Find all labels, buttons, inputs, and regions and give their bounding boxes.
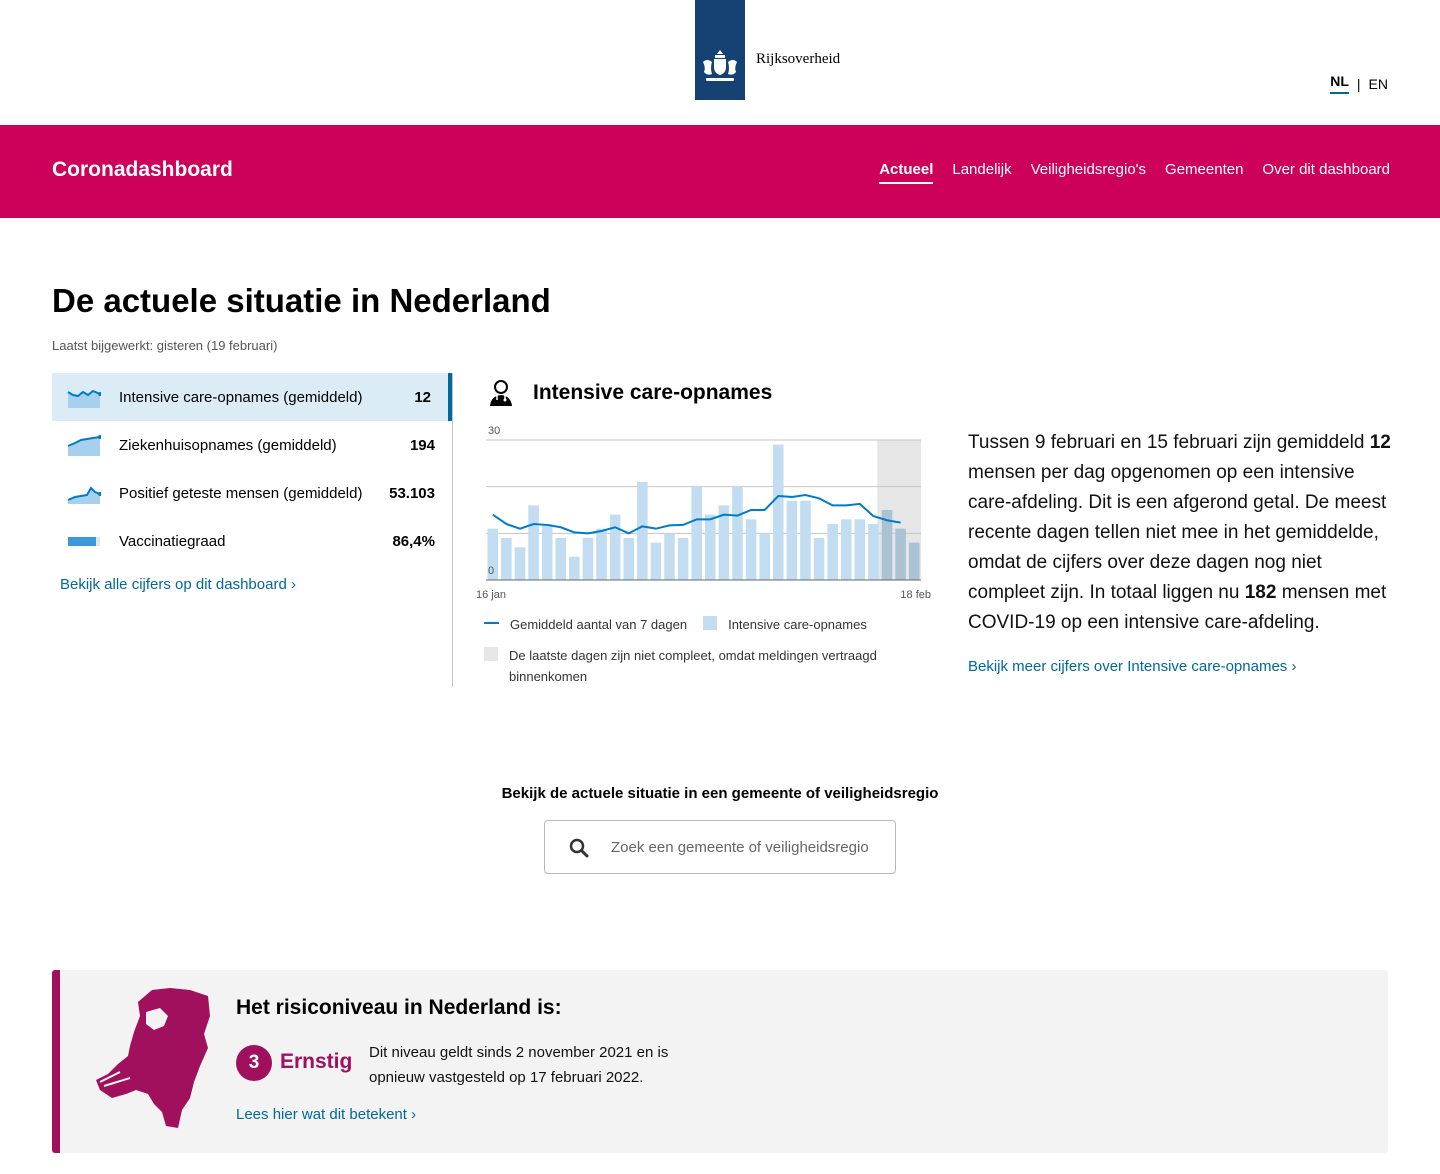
metric-label: Intensive care-opnames (gemiddeld) (119, 388, 363, 406)
legend-incomplete-label: De laatste dagen zijn niet compleet, omd… (509, 648, 877, 684)
chart-bar (623, 538, 635, 580)
main-nav: Coronadashboard Actueel Landelijk Veilig… (0, 125, 1440, 218)
hospital-trend-icon (67, 435, 101, 456)
desc-total-value: 182 (1244, 582, 1277, 603)
chart-title: Intensive care-opnames (533, 381, 773, 404)
legend-incomplete-swatch (484, 647, 498, 661)
more-ic-link[interactable]: Bekijk meer cijfers over Intensive care-… (968, 658, 1296, 675)
metrics-list: Intensive care-opnames (gemiddeld) 12 Zi… (52, 373, 452, 565)
positive-trend-icon (67, 486, 101, 504)
legend-line-swatch (484, 622, 499, 624)
ic-chart[interactable]: 30 0 16 jan 18 feb (476, 420, 936, 610)
chart-bar (664, 533, 675, 580)
nav-item-gemeenten[interactable]: Gemeenten (1165, 161, 1243, 184)
nav-items: Actueel Landelijk Veiligheidsregio's Gem… (879, 161, 1390, 184)
nav-item-actueel[interactable]: Actueel (879, 161, 934, 184)
chart-bar (541, 524, 553, 580)
metric-value: 53.103 (389, 484, 435, 502)
risk-level-badge: 3 (236, 1045, 272, 1081)
legend-item-line: Gemiddeld aantal van 7 dagen Intensive c… (484, 614, 889, 635)
all-figures-link[interactable]: Bekijk alle cijfers op dit dashboard › (60, 576, 296, 593)
x-tick-label: 18 feb (900, 589, 931, 601)
ic-description: Tussen 9 februari en 15 februari zijn ge… (968, 428, 1393, 638)
chart-bar (569, 556, 580, 580)
nav-item-veiligheidsregios[interactable]: Veiligheidsregio's (1031, 161, 1146, 184)
chart-bar (609, 514, 621, 580)
language-switcher: NL | EN (1330, 73, 1388, 94)
lang-nl[interactable]: NL (1330, 73, 1349, 94)
chart-bar (501, 538, 512, 580)
risk-description: Dit niveau geldt sinds 2 november 2021 e… (369, 1044, 669, 1086)
legend-item-incomplete: De laatste dagen zijn niet compleet, omd… (484, 645, 889, 687)
desc-part1: Tussen 9 februari en 15 februari zijn ge… (968, 432, 1370, 453)
x-tick-label: 16 jan (476, 589, 506, 601)
brand-title[interactable]: Coronadashboard (52, 158, 233, 182)
metric-hospital[interactable]: Ziekenhuisopnames (gemiddeld) 194 (52, 421, 452, 469)
metric-label: Positief geteste mensen (gemiddeld) (119, 484, 363, 502)
chart-bar (908, 542, 920, 580)
section-divider (452, 373, 453, 687)
chart-bar (582, 538, 594, 580)
risk-level-card: Het risiconiveau in Nederland is: 3 Erns… (52, 970, 1388, 1153)
risk-title: Het risiconiveau in Nederland is: (236, 996, 562, 1019)
chart-bar (813, 538, 825, 580)
chart-bar (827, 524, 838, 580)
nav-item-over[interactable]: Over dit dashboard (1262, 161, 1390, 184)
coat-of-arms-icon (703, 50, 737, 81)
chart-bar (759, 533, 770, 580)
metric-value: 12 (414, 388, 431, 406)
search-input[interactable]: Zoek een gemeente of veiligheidsregio (544, 820, 896, 874)
top-bar: Rijksoverheid NL | EN (0, 0, 1440, 125)
legend-bar-swatch (703, 616, 718, 630)
nav-item-landelijk[interactable]: Landelijk (952, 161, 1011, 184)
chart-bar (772, 444, 784, 580)
chart-bar (650, 542, 662, 580)
risk-level-name: Ernstig (280, 1050, 353, 1073)
risk-info-link[interactable]: Lees hier wat dit betekent › (236, 1106, 416, 1123)
search-placeholder: Zoek een gemeente of veiligheidsregio (611, 839, 869, 856)
metric-label: Ziekenhuisopnames (gemiddeld) (119, 436, 337, 454)
chart-bar (677, 538, 689, 580)
netherlands-map-icon (96, 988, 210, 1128)
legend-bar-label: Intensive care-opnames (728, 617, 867, 632)
chart-bar (868, 524, 879, 580)
chart-bar (840, 519, 852, 580)
lang-separator: | (1356, 75, 1361, 92)
chart-bar (637, 482, 648, 580)
ic-trend-icon (67, 389, 101, 408)
doctor-icon (490, 380, 512, 406)
chart-bar (514, 547, 526, 580)
chart-bar (691, 486, 702, 580)
chart-bar (528, 505, 539, 580)
chart-bar (854, 519, 866, 580)
metric-value: 194 (409, 436, 435, 454)
metric-value: 86,4% (392, 532, 435, 550)
chart-bar (596, 528, 607, 580)
chart-bar (800, 500, 811, 580)
legend-line-label: Gemiddeld aantal van 7 dagen (510, 617, 688, 632)
search-label: Bekijk de actuele situatie in een gemeen… (501, 785, 939, 802)
chart-legend: Gemiddeld aantal van 7 dagen Intensive c… (484, 614, 889, 697)
org-name: Rijksoverheid (756, 51, 841, 67)
metric-vaccination[interactable]: Vaccinatiegraad 86,4% (52, 517, 452, 565)
metric-label: Vaccinatiegraad (119, 532, 226, 550)
y-tick-label: 0 (488, 565, 494, 577)
metric-ic[interactable]: Intensive care-opnames (gemiddeld) 12 (52, 373, 452, 421)
last-updated: Laatst bijgewerkt: gisteren (19 februari… (52, 338, 278, 353)
chart-bar (745, 519, 757, 580)
lang-en[interactable]: EN (1369, 76, 1388, 92)
metric-positive[interactable]: Positief geteste mensen (gemiddeld) 53.1… (52, 469, 452, 517)
chart-bar (895, 528, 906, 580)
desc-avg-value: 12 (1369, 432, 1391, 453)
chart-bar (705, 514, 716, 580)
page-title: De actuele situatie in Nederland (52, 282, 551, 319)
chart-bar (786, 500, 798, 580)
chart-bar (732, 486, 743, 580)
y-tick-label: 30 (488, 425, 500, 437)
rijksoverheid-logo[interactable] (695, 0, 745, 100)
search-icon (569, 838, 589, 858)
vaccination-bar-icon (68, 537, 100, 546)
chart-bar (555, 538, 567, 580)
